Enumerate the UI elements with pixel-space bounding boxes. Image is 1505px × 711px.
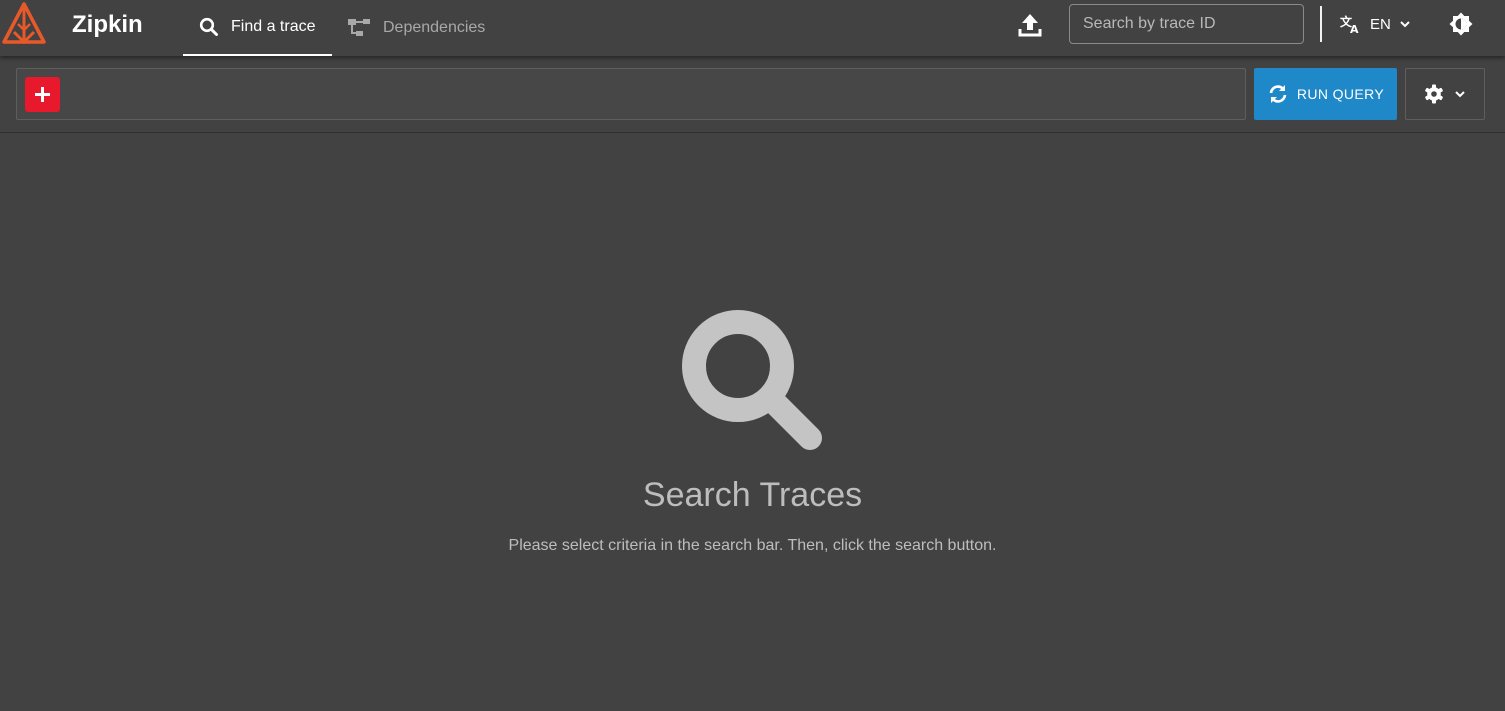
search-icon bbox=[199, 17, 218, 36]
empty-state: Search Traces Please select criteria in … bbox=[0, 310, 1505, 555]
run-query-button[interactable]: RUN QUERY bbox=[1254, 68, 1397, 120]
settings-button[interactable] bbox=[1405, 68, 1485, 120]
search-filter-bar: RUN QUERY bbox=[0, 56, 1505, 133]
gear-icon bbox=[1425, 84, 1443, 104]
translate-icon: 文 A bbox=[1340, 14, 1359, 34]
tab-label: Dependencies bbox=[383, 19, 486, 36]
language-label: EN bbox=[1370, 15, 1391, 33]
app-bar: Zipkin Find a trace Dependencies 文 A EN bbox=[0, 0, 1505, 56]
chevron-down-icon bbox=[1455, 91, 1465, 98]
language-selector[interactable]: 文 A EN bbox=[1340, 12, 1411, 36]
tab-find-a-trace[interactable]: Find a trace bbox=[183, 0, 332, 56]
header-divider bbox=[1320, 6, 1322, 42]
app-title[interactable]: Zipkin bbox=[72, 11, 143, 39]
empty-state-title: Search Traces bbox=[642, 476, 863, 514]
dependencies-icon bbox=[348, 19, 370, 36]
tab-dependencies[interactable]: Dependencies bbox=[347, 0, 485, 56]
add-criteria-button[interactable] bbox=[25, 77, 60, 112]
theme-toggle-icon[interactable] bbox=[1449, 12, 1473, 36]
search-icon bbox=[681, 310, 822, 450]
run-query-label: RUN QUERY bbox=[1296, 86, 1385, 102]
empty-state-description: Please select criteria in the search bar… bbox=[508, 537, 997, 554]
svg-text:A: A bbox=[1350, 23, 1359, 34]
upload-icon[interactable] bbox=[1018, 12, 1042, 38]
zipkin-logo-icon bbox=[2, 2, 46, 45]
search-criteria-box[interactable] bbox=[16, 68, 1246, 120]
chevron-down-icon bbox=[1400, 21, 1410, 28]
tab-label: Find a trace bbox=[231, 18, 316, 35]
refresh-icon bbox=[1269, 85, 1287, 103]
trace-id-search-input[interactable] bbox=[1069, 4, 1304, 44]
